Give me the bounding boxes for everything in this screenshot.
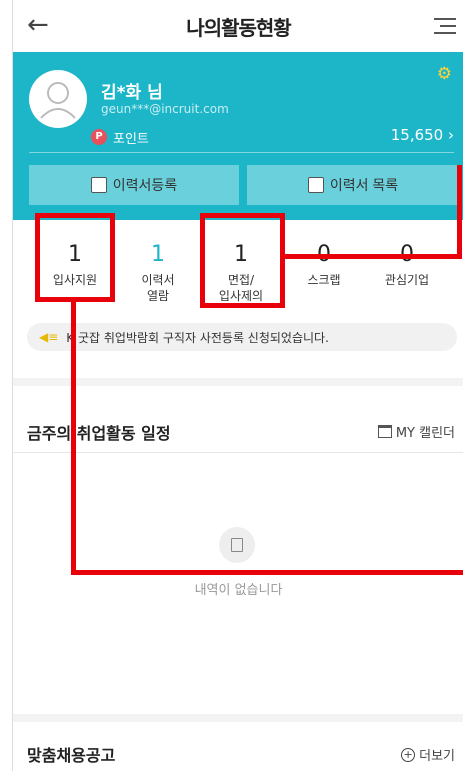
section-separator [13,378,463,386]
stat-label: 스크랩 [307,273,341,287]
stat-label: 이력서 열람 [141,273,175,303]
activity-stats: 1 입사지원 1 이력서 열람 1 면접/ 입사제의 0 스크랩 0 관심기업 [13,220,463,312]
stat-scraps[interactable]: 0 스크랩 [289,242,359,288]
stat-interest-companies[interactable]: 0 관심기업 [372,242,442,288]
stat-value: 1 [68,242,82,267]
stat-label: 면접/ 입사제의 [218,273,264,303]
point-value-link[interactable]: 15,650 › [391,126,454,144]
more-link[interactable]: + 더보기 [401,745,455,764]
app-screen: ← 나의활동현황 김*화 님 geun***@incruit.com ⚙ P 포… [12,0,463,771]
stat-resume-views[interactable]: 1 이력서 열람 [123,242,193,304]
speaker-icon: ◀≡ [39,330,59,344]
profile-panel: 김*화 님 geun***@incruit.com ⚙ P 포인트 15,650… [13,52,463,220]
stat-interview-offers[interactable]: 1 면접/ 입사제의 [206,242,276,304]
stat-label: 관심기업 [384,273,430,287]
recommend-title: 맞춤채용공고 [27,746,116,765]
page-title: 나의활동현황 [186,15,291,40]
stat-value: 1 [234,242,248,267]
my-calendar-link[interactable]: MY 캘린더 [377,422,455,441]
doc-check-icon [307,177,324,193]
plus-circle-icon: + [401,747,416,762]
schedule-empty-area: 내역이 없습니다 [13,452,463,714]
empty-document-icon [219,527,255,563]
pencil-doc-icon [90,177,107,193]
resume-register-label: 이력서등록 [112,177,178,193]
back-arrow-icon[interactable]: ← [27,12,57,40]
hamburger-menu-icon[interactable] [432,16,456,36]
section-separator [13,714,463,722]
resume-list-button[interactable]: 이력서 목록 [247,165,459,205]
point-badge-icon: P [91,129,107,145]
avatar-icon [29,70,87,128]
stat-label: 입사지원 [52,273,98,287]
calendar-icon [377,425,392,438]
gear-icon[interactable]: ⚙ [437,64,452,84]
notice-banner[interactable]: ◀≡ K 굿잡 취업박람회 구직자 사전등록 신청되었습니다. [27,323,457,351]
point-label: 포인트 [113,132,149,147]
stat-value: 0 [400,242,414,267]
notice-text: K 굿잡 취업박람회 구직자 사전등록 신청되었습니다. [66,330,329,345]
more-link-label: 더보기 [419,749,455,764]
stat-value: 0 [317,242,331,267]
stat-applications[interactable]: 1 입사지원 [40,242,110,288]
empty-message: 내역이 없습니다 [194,583,283,598]
calendar-link-label: MY 캘린더 [395,426,455,441]
profile-divider [29,152,454,153]
user-email: geun***@incruit.com [101,102,229,116]
stat-value: 1 [151,242,165,267]
top-bar: ← 나의활동현황 [13,0,463,52]
user-name: 김*화 님 [101,83,163,103]
schedule-title: 금주의 취업활동 일정 [27,424,171,443]
resume-list-label: 이력서 목록 [329,177,399,193]
resume-register-button[interactable]: 이력서등록 [29,165,239,205]
